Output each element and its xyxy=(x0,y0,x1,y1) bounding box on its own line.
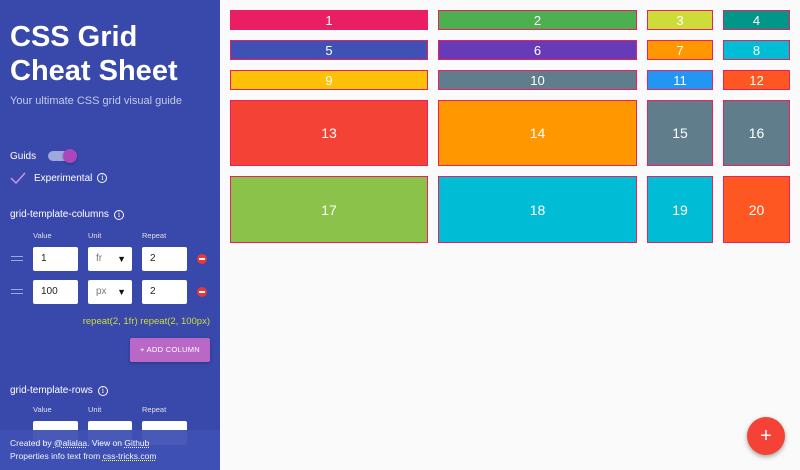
column-row: 1 fr ▼ 2 xyxy=(0,247,220,271)
toggle-knob xyxy=(63,149,78,163)
guids-toggle[interactable] xyxy=(48,149,78,163)
grid-item[interactable]: 18 xyxy=(438,176,637,243)
grid-preview: 1 2 3 4 5 6 7 8 9 10 11 12 13 14 15 16 1… xyxy=(220,0,800,470)
value-header: Value xyxy=(33,405,52,414)
grid-item-label: 19 xyxy=(672,201,688,218)
footer-line-2: Properties info text from css-tricks.com xyxy=(10,450,210,463)
experimental-row[interactable]: Experimental i xyxy=(10,172,108,184)
footer-line-1: Created by @alialaa. View on Github xyxy=(10,437,210,450)
github-link[interactable]: Github xyxy=(124,438,149,448)
grid-item[interactable]: 14 xyxy=(438,100,637,166)
grid-item-label: 16 xyxy=(748,125,765,141)
columns-css-output: repeat(2, 1fr) repeat(2, 100px) xyxy=(82,316,210,327)
grid-item-label: 10 xyxy=(530,72,545,88)
grid-item[interactable]: 5 xyxy=(230,40,428,60)
grid-item-label: 2 xyxy=(533,12,542,28)
grid-item-label: 1 xyxy=(325,12,333,28)
guids-label: Guids xyxy=(10,150,37,162)
footer: Created by @alialaa. View on Github Prop… xyxy=(0,430,220,470)
info-icon[interactable]: i xyxy=(97,173,108,183)
footer-text: . View on xyxy=(87,438,125,448)
grid-item[interactable]: 15 xyxy=(647,100,713,166)
grid-item-label: 15 xyxy=(672,125,688,141)
grid-item[interactable]: 17 xyxy=(230,176,428,243)
sidebar: CSS Grid Cheat Sheet Your ultimate CSS g… xyxy=(0,0,220,470)
grid-item[interactable]: 8 xyxy=(723,40,790,60)
unit-header: Unit xyxy=(88,231,102,240)
grid-item-label: 5 xyxy=(325,42,333,58)
grid-item[interactable]: 20 xyxy=(723,176,790,243)
guids-row: Guids xyxy=(10,149,78,163)
unit-header: Unit xyxy=(88,405,102,414)
grid-item-label: 6 xyxy=(533,42,542,58)
unit-value: px xyxy=(96,286,107,297)
info-icon[interactable]: i xyxy=(113,209,124,220)
unit-value: fr xyxy=(96,253,103,264)
drag-handle-icon[interactable] xyxy=(11,256,23,261)
grid-item[interactable]: 2 xyxy=(438,10,637,30)
rows-headers: Value Unit Repeat xyxy=(0,405,220,415)
grid-item-label: 4 xyxy=(752,12,761,28)
column-value-input[interactable]: 1 xyxy=(33,247,78,271)
grid-item-label: 12 xyxy=(749,72,764,88)
grid-item[interactable]: 9 xyxy=(230,70,428,90)
repeat-header: Repeat xyxy=(142,405,167,414)
grid-item[interactable]: 10 xyxy=(438,70,637,90)
rows-section-label: grid-template-rows xyxy=(10,385,93,396)
grid-item[interactable]: 4 xyxy=(723,10,790,30)
remove-column-button[interactable] xyxy=(197,287,207,297)
grid-item[interactable]: 13 xyxy=(230,100,428,166)
repeat-header: Repeat xyxy=(142,231,167,240)
columns-headers: Value Unit Repeat xyxy=(0,231,220,241)
remove-column-button[interactable] xyxy=(197,254,207,264)
column-repeat-input[interactable]: 2 xyxy=(142,247,187,271)
columns-section-label: grid-template-columns xyxy=(10,209,109,220)
grid-item[interactable]: 1 xyxy=(230,10,428,30)
grid-item-label: 20 xyxy=(748,201,765,218)
experimental-label: Experimental xyxy=(34,172,93,184)
footer-text: Created by xyxy=(10,438,54,448)
author-link[interactable]: @alialaa xyxy=(54,438,87,448)
column-unit-select[interactable]: fr ▼ xyxy=(88,247,132,271)
grid-item-label: 9 xyxy=(325,72,333,88)
grid-item-label: 18 xyxy=(529,201,546,218)
grid-item[interactable]: 19 xyxy=(647,176,713,243)
page-subtitle: Your ultimate CSS grid visual guide xyxy=(10,95,183,107)
info-icon[interactable]: i xyxy=(97,385,108,396)
column-repeat-input[interactable]: 2 xyxy=(142,280,187,304)
value-header: Value xyxy=(33,231,52,240)
source-link[interactable]: css-tricks.com xyxy=(103,451,157,461)
grid-item[interactable]: 6 xyxy=(438,40,637,60)
caret-down-icon: ▼ xyxy=(117,287,126,297)
grid-item-label: 7 xyxy=(676,42,684,58)
grid-item-label: 17 xyxy=(321,201,337,218)
column-value-input[interactable]: 100 xyxy=(33,280,78,304)
grid-item-label: 11 xyxy=(673,72,687,88)
grid-item[interactable]: 7 xyxy=(647,40,713,60)
columns-section-title: grid-template-columns i xyxy=(10,209,124,220)
page-title: CSS Grid Cheat Sheet xyxy=(10,21,178,87)
add-item-fab-button[interactable]: + xyxy=(747,417,785,455)
column-row: 100 px ▼ 2 xyxy=(0,280,220,304)
grid-item[interactable]: 11 xyxy=(647,70,713,90)
grid-item-label: 14 xyxy=(529,125,546,141)
grid-item-label: 13 xyxy=(321,125,337,141)
checkmark-icon[interactable] xyxy=(10,172,26,184)
footer-text: Properties info text from xyxy=(10,451,103,461)
grid-item[interactable]: 3 xyxy=(647,10,713,30)
column-unit-select[interactable]: px ▼ xyxy=(88,280,132,304)
grid-item-label: 3 xyxy=(676,12,684,28)
grid-item[interactable]: 12 xyxy=(723,70,790,90)
grid-item[interactable]: 16 xyxy=(723,100,790,166)
grid-item-label: 8 xyxy=(752,42,761,58)
rows-section-title: grid-template-rows i xyxy=(10,385,108,396)
add-column-button[interactable]: + ADD COLUMN xyxy=(130,338,210,362)
caret-down-icon: ▼ xyxy=(117,254,126,264)
drag-handle-icon[interactable] xyxy=(11,289,23,294)
